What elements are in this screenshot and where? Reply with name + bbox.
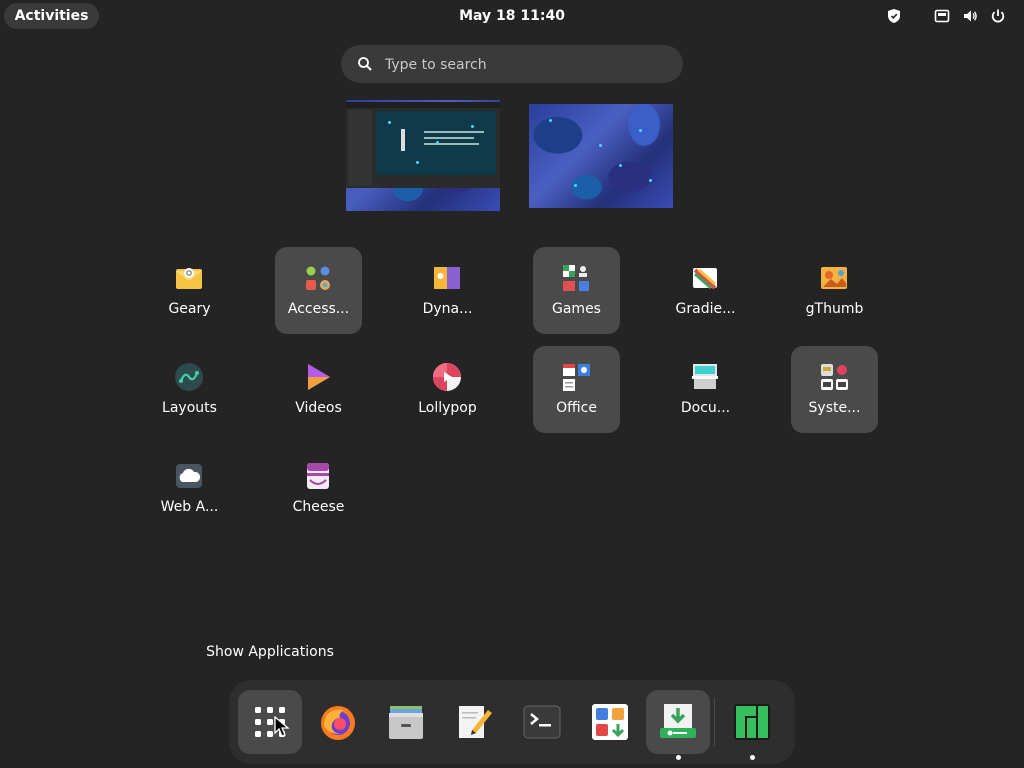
gthumb-icon — [818, 262, 850, 294]
app-label: gThumb — [805, 301, 864, 317]
workspace-thumbnail-1[interactable] — [346, 100, 500, 211]
app-label: Gradie... — [675, 301, 736, 317]
search-input[interactable] — [383, 45, 667, 85]
volume-icon[interactable] — [962, 8, 978, 24]
app-label: Games — [552, 301, 601, 317]
app-lollypop[interactable]: Lollypop — [404, 346, 491, 433]
system-folder-icon — [818, 361, 850, 393]
app-videos[interactable]: Videos — [275, 346, 362, 433]
clock-button[interactable]: May 18 11:40 — [459, 8, 565, 24]
layouts-icon — [173, 361, 205, 393]
dock-file-manager[interactable] — [374, 690, 438, 754]
app-document-scanner[interactable]: Docu... — [662, 346, 749, 433]
folder-accessories[interactable]: Access... — [275, 247, 362, 334]
geary-icon — [173, 262, 205, 294]
search-icon — [357, 56, 373, 72]
web-apps-icon — [173, 460, 205, 492]
terminal-icon — [522, 702, 562, 742]
app-label: Videos — [295, 400, 342, 416]
gradience-icon — [689, 262, 721, 294]
app-label: Docu... — [680, 400, 731, 416]
package-installer-icon — [658, 702, 698, 742]
app-geary[interactable]: Geary — [146, 247, 233, 334]
games-folder-icon — [560, 262, 592, 294]
file-manager-icon — [386, 702, 426, 742]
accessories-folder-icon — [302, 262, 334, 294]
app-web-apps[interactable]: Web A... — [146, 445, 233, 532]
office-folder-icon — [560, 361, 592, 393]
running-indicator — [676, 755, 681, 760]
show-apps-button[interactable] — [238, 690, 302, 754]
folder-system[interactable]: Syste... — [791, 346, 878, 433]
running-indicator — [750, 755, 755, 760]
dock-software-center[interactable] — [578, 690, 642, 754]
firefox-icon — [318, 702, 358, 742]
app-label: Cheese — [292, 499, 345, 515]
dock-firefox[interactable] — [306, 690, 370, 754]
app-gradience[interactable]: Gradie... — [662, 247, 749, 334]
network-wired-icon[interactable] — [934, 8, 950, 24]
app-label: Dyna... — [422, 301, 473, 317]
document-scanner-icon — [689, 361, 721, 393]
app-label: Syste... — [808, 400, 861, 416]
show-applications-tooltip: Show Applications — [206, 644, 334, 660]
lollypop-icon — [431, 361, 463, 393]
shield-icon[interactable] — [886, 8, 902, 24]
app-cheese[interactable]: Cheese — [275, 445, 362, 532]
search-bar[interactable] — [341, 45, 683, 85]
app-layouts[interactable]: Layouts — [146, 346, 233, 433]
top-bar: Activities May 18 11:40 — [0, 0, 1024, 32]
dock-text-editor[interactable] — [442, 690, 506, 754]
dock-terminal[interactable] — [510, 690, 574, 754]
app-label: Layouts — [162, 400, 217, 416]
software-center-icon — [590, 702, 630, 742]
app-label: Office — [556, 400, 597, 416]
folder-games[interactable]: Games — [533, 247, 620, 334]
power-icon[interactable] — [990, 8, 1006, 24]
dynamic-wallpaper-icon — [431, 262, 463, 294]
activities-button[interactable]: Activities — [4, 3, 99, 29]
mouse-cursor-icon — [274, 715, 290, 738]
app-label: Lollypop — [418, 400, 477, 416]
dock-separator — [714, 698, 715, 746]
app-label: Geary — [168, 301, 211, 317]
clock-area: May 18 11:40 — [0, 0, 1024, 32]
app-gthumb[interactable]: gThumb — [791, 247, 878, 334]
text-editor-icon — [454, 702, 494, 742]
app-label: Web A... — [160, 499, 219, 515]
window-thumbnail[interactable] — [346, 102, 500, 188]
app-dynamic-wallpaper[interactable]: Dyna... — [404, 247, 491, 334]
dock-package-installer[interactable] — [646, 690, 710, 760]
folder-office[interactable]: Office — [533, 346, 620, 433]
manjaro-logo-icon — [732, 702, 772, 742]
dock — [229, 680, 795, 764]
dock-manjaro[interactable] — [720, 690, 784, 760]
cheese-icon — [302, 460, 334, 492]
app-label: Access... — [287, 301, 350, 317]
workspace-thumbnail-2[interactable] — [529, 104, 673, 208]
videos-icon — [302, 361, 334, 393]
